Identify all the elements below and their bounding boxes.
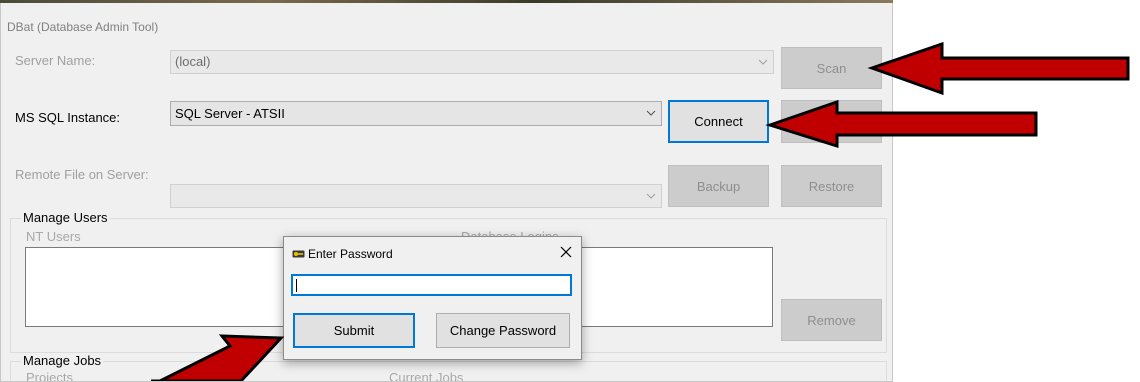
projects-label: Projects [26, 370, 73, 382]
text-caret [296, 279, 297, 292]
server-name-combo[interactable]: (local) [170, 50, 774, 74]
connect-button[interactable]: Connect [668, 100, 769, 143]
restore-button[interactable]: Restore [781, 165, 882, 207]
change-password-button[interactable]: Change Password [436, 313, 570, 348]
instance-combo[interactable]: SQL Server - ATSII [170, 101, 662, 126]
submit-button[interactable]: Submit [293, 313, 415, 348]
key-icon [292, 250, 305, 258]
instance-value: SQL Server - ATSII [175, 106, 285, 121]
manage-jobs-title: Manage Jobs [21, 353, 104, 368]
window-title: DBat (Database Admin Tool) [7, 20, 159, 34]
chevron-down-icon [646, 110, 656, 116]
chevron-down-icon [646, 193, 656, 199]
backup-button[interactable]: Backup [668, 165, 769, 207]
password-input[interactable] [291, 274, 572, 296]
remove-button[interactable]: Remove [781, 299, 882, 341]
nt-users-list[interactable] [25, 247, 310, 327]
enter-password-dialog: Enter Password Submit Change Password [283, 236, 582, 360]
arrow-to-scan [867, 41, 1130, 96]
nt-users-label: NT Users [26, 229, 81, 244]
dialog-title: Enter Password [308, 247, 393, 261]
chevron-down-icon [758, 59, 768, 65]
hidden-button[interactable] [781, 100, 882, 143]
manage-users-title: Manage Users [21, 210, 110, 225]
database-logins-list[interactable] [574, 247, 773, 327]
server-name-label: Server Name: [15, 53, 96, 68]
current-jobs-label: Current Jobs [389, 370, 464, 382]
server-name-value: (local) [175, 54, 211, 69]
remote-file-label: Remote File on Server: [15, 167, 149, 182]
instance-label: MS SQL Instance: [15, 110, 121, 125]
close-icon[interactable] [559, 245, 573, 259]
remote-file-combo[interactable] [170, 184, 662, 208]
scan-button[interactable]: Scan [781, 47, 882, 89]
